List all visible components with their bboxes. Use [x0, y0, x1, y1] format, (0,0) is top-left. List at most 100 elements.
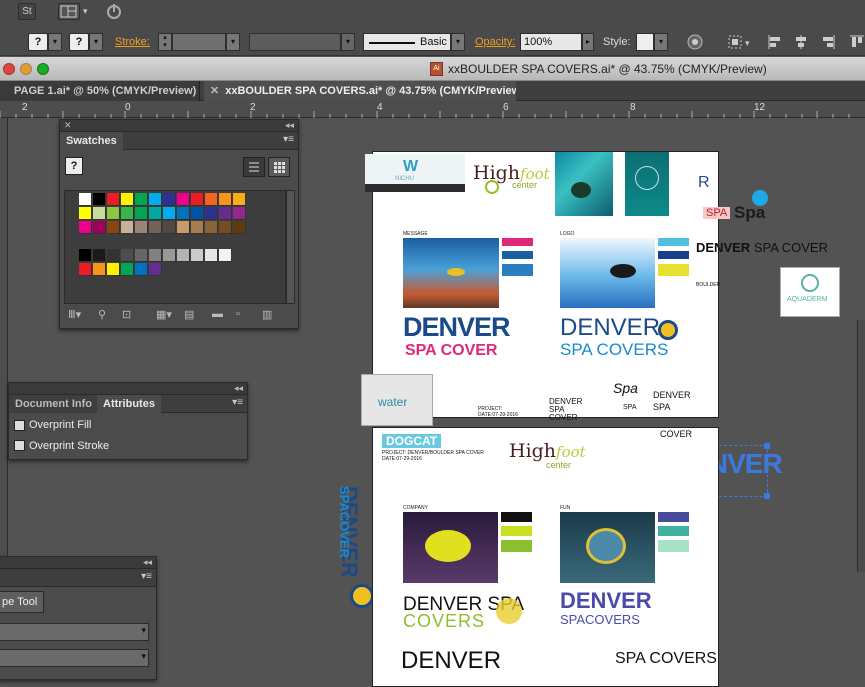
denver-logo-4[interactable]: DENVER	[401, 647, 501, 675]
swatch-libraries-icon[interactable]: Ⅲ▾	[68, 308, 81, 321]
spa-covers-logo[interactable]: SPA COVERS	[560, 340, 668, 360]
swatches-scrollbar[interactable]	[286, 190, 295, 304]
color-swatch[interactable]	[149, 207, 162, 220]
tool-button[interactable]: pe Tool	[0, 591, 44, 613]
bright-swatch[interactable]	[107, 263, 120, 276]
tool-options-panel[interactable]: ◂◂ ▾≡ pe Tool ▾ ▾	[0, 556, 157, 680]
spa-covers-logo-4[interactable]: SPA COVERS	[615, 650, 717, 668]
spacover-big-logo[interactable]: SPA COVER	[405, 342, 497, 360]
edit-color-group-icon[interactable]: ▤	[184, 308, 194, 321]
arrange-dropdown-icon[interactable]: ▾	[83, 6, 88, 17]
minimize-window-icon[interactable]	[20, 63, 32, 75]
color-swatch[interactable]	[163, 221, 176, 234]
tab-swatches[interactable]: Swatches	[60, 132, 123, 150]
water-logo[interactable]: water	[361, 374, 433, 426]
color-swatch[interactable]	[79, 207, 92, 220]
fill-stroke-indicator-icon[interactable]: ?	[65, 157, 83, 175]
panel-collapse-icon[interactable]: ◂◂	[234, 383, 243, 394]
opacity-label[interactable]: Opacity:	[475, 36, 515, 48]
angelfish-photo[interactable]	[560, 512, 655, 583]
attributes-panel[interactable]: ◂◂ Document Info Attributes ▾≡ Overprint…	[8, 382, 248, 460]
tool-option-select-1[interactable]: ▾	[0, 623, 149, 641]
color-swatch[interactable]	[107, 207, 120, 220]
swatch-grid[interactable]	[64, 190, 286, 304]
panel-menu-icon[interactable]: ▾≡	[141, 571, 152, 582]
swatches-panel[interactable]: ✕ ◂◂ Swatches ▾≡ ? Ⅲ▾ ⚲ ⊡ ▦▾ ▤ ▬ ▫ ▥	[59, 119, 299, 329]
underwater-photo-1[interactable]	[555, 152, 613, 216]
bright-swatch[interactable]	[135, 263, 148, 276]
highfoot-logo-2[interactable]: Highfoot	[509, 440, 586, 462]
color-swatch[interactable]	[219, 221, 232, 234]
color-swatch[interactable]	[205, 221, 218, 234]
recolor-artwork-icon[interactable]	[686, 33, 704, 51]
tool-option-select-2[interactable]: ▾	[0, 649, 149, 667]
align-to-selection-icon[interactable]	[726, 33, 744, 51]
color-swatch[interactable]	[121, 193, 134, 206]
graphic-style-swatch[interactable]	[636, 33, 654, 51]
stroke-weight-input[interactable]	[172, 33, 226, 51]
gray-swatch[interactable]	[93, 249, 106, 262]
bright-swatch[interactable]	[79, 263, 92, 276]
color-swatch[interactable]	[177, 193, 190, 206]
color-swatch[interactable]	[177, 207, 190, 220]
zoom-window-icon[interactable]	[37, 63, 49, 75]
color-swatch[interactable]	[205, 193, 218, 206]
gray-swatch[interactable]	[121, 249, 134, 262]
color-swatch[interactable]	[135, 207, 148, 220]
color-swatch[interactable]	[163, 207, 176, 220]
list-view-icon[interactable]	[243, 157, 265, 177]
new-swatch-icon[interactable]: ▫	[236, 308, 240, 320]
color-swatch[interactable]	[233, 207, 246, 220]
tab-page1[interactable]: PAGE 1.ai* @ 50% (CMYK/Preview)	[0, 81, 200, 101]
color-swatch[interactable]	[93, 193, 106, 206]
selection-handle[interactable]	[764, 493, 770, 499]
color-swatch[interactable]	[205, 207, 218, 220]
denver-logo-3[interactable]: DENVER	[560, 588, 652, 614]
workspace-icon[interactable]: St	[18, 3, 36, 20]
stroke-label[interactable]: Stroke:	[115, 36, 150, 48]
arrange-documents-icon[interactable]	[58, 3, 80, 20]
gray-swatch[interactable]	[163, 249, 176, 262]
color-swatch[interactable]	[233, 221, 246, 234]
opacity-arrow-icon[interactable]: ▸	[582, 33, 594, 51]
gpu-performance-icon[interactable]	[103, 2, 125, 20]
gray-swatch[interactable]	[177, 249, 190, 262]
delete-swatch-icon[interactable]: ▥	[262, 308, 272, 321]
color-swatch[interactable]	[219, 193, 232, 206]
new-folder-icon[interactable]: ▬	[212, 308, 223, 320]
stroke-weight-stepper[interactable]: ▴ ▾	[158, 33, 172, 51]
align-center-icon[interactable]	[793, 33, 809, 51]
color-swatch[interactable]	[149, 221, 162, 234]
panel-menu-icon[interactable]: ▾≡	[283, 134, 294, 145]
gray-swatch[interactable]	[107, 249, 120, 262]
color-swatch[interactable]	[233, 193, 246, 206]
tab-attributes[interactable]: Attributes	[97, 395, 161, 413]
panel-collapse-icon[interactable]: ◂◂	[285, 120, 294, 131]
color-swatch[interactable]	[107, 193, 120, 206]
color-swatch[interactable]	[79, 221, 92, 234]
gray-swatch[interactable]	[205, 249, 218, 262]
color-swatch[interactable]	[107, 221, 120, 234]
color-swatch[interactable]	[149, 193, 162, 206]
fill-dropdown-icon[interactable]: ▾	[48, 33, 62, 51]
color-swatch[interactable]	[79, 193, 92, 206]
gray-swatch[interactable]	[149, 249, 162, 262]
gray-swatch[interactable]	[135, 249, 148, 262]
show-kinds-icon[interactable]: ⚲	[98, 308, 106, 321]
color-swatch[interactable]	[135, 221, 148, 234]
panel-menu-icon[interactable]: ▾≡	[232, 397, 243, 408]
align-left-icon[interactable]	[767, 33, 783, 51]
new-color-group-icon[interactable]: ▦▾	[156, 308, 172, 321]
panel-close-icon[interactable]: ✕	[64, 120, 72, 131]
tab-document-info[interactable]: Document Info	[9, 395, 98, 413]
artboard-2[interactable]: DOGCAT PROJECT: DENVER/BOULDER SPA COVER…	[372, 427, 719, 687]
aquaderm-logo[interactable]: AQUADERM	[780, 267, 840, 317]
fish-water-photo[interactable]	[560, 238, 655, 308]
color-swatch[interactable]	[191, 207, 204, 220]
align-dropdown-icon[interactable]: ▾	[745, 38, 750, 49]
close-tab-icon[interactable]: ✕	[210, 85, 219, 97]
opacity-input[interactable]: 100%	[520, 33, 582, 51]
gray-swatch[interactable]	[79, 249, 92, 262]
variable-width-profile[interactable]	[249, 33, 341, 51]
align-top-icon[interactable]	[848, 33, 864, 51]
